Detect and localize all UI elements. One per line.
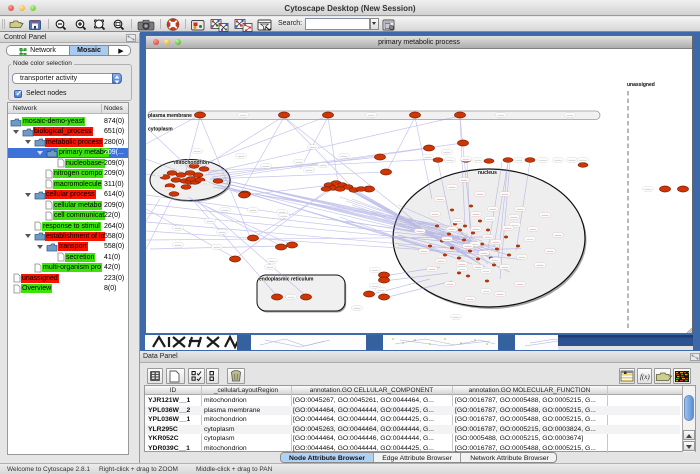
svg-text:cytoplasm: cytoplasm	[148, 127, 173, 133]
svg-text:endoplasmic reticulum: endoplasmic reticulum	[259, 277, 314, 283]
svg-text:nucleus: nucleus	[478, 170, 497, 176]
svg-text:f(x): f(x)	[640, 373, 650, 381]
svg-text:mitochondrion: mitochondrion	[174, 160, 209, 166]
svg-text:plasma membrane: plasma membrane	[148, 113, 192, 119]
svg-text:unassigned: unassigned	[627, 82, 655, 88]
